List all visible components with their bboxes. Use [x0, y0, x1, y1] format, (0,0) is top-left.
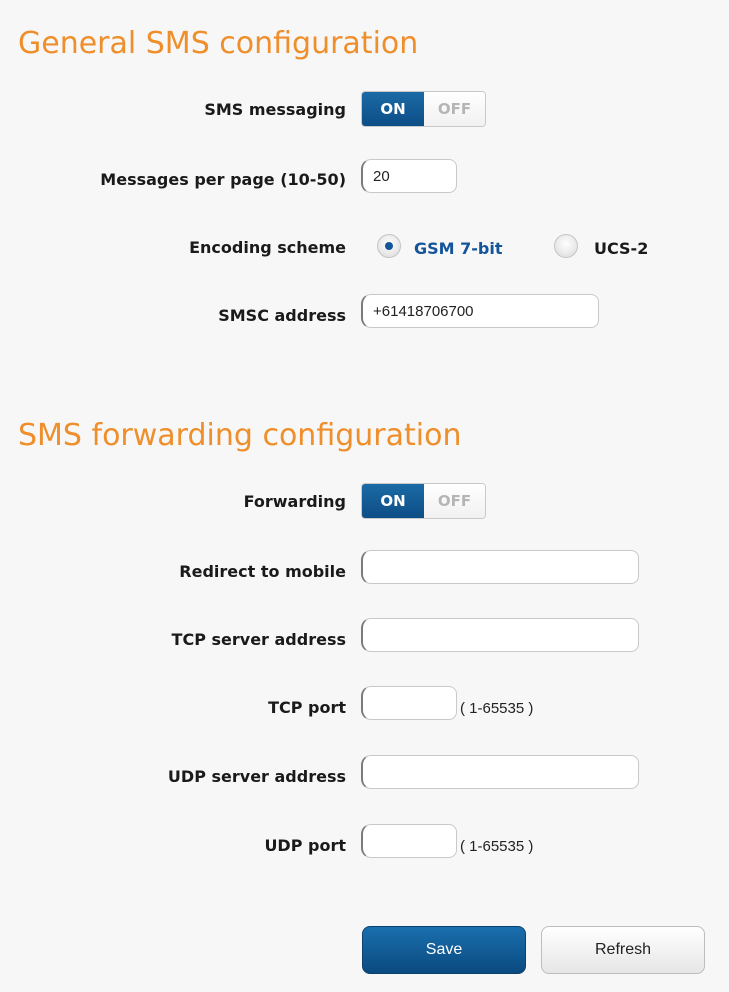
- forwarding-toggle[interactable]: ON OFF: [361, 483, 486, 519]
- gsm-7bit-label[interactable]: GSM 7-bit: [414, 239, 503, 258]
- udp-server-address-input[interactable]: [361, 755, 639, 789]
- save-button[interactable]: Save: [362, 926, 526, 974]
- sms-messaging-label: SMS messaging: [204, 100, 346, 119]
- smsc-address-input[interactable]: +61418706700: [361, 294, 599, 328]
- forwarding-section-title: SMS forwarding configuration: [18, 418, 462, 453]
- toggle-on-option[interactable]: ON: [362, 92, 424, 126]
- tcp-server-address-input[interactable]: [361, 618, 639, 652]
- ucs2-label[interactable]: UCS-2: [594, 239, 648, 258]
- toggle-off-option[interactable]: OFF: [424, 92, 485, 126]
- ucs2-radio[interactable]: [554, 234, 578, 258]
- tcp-port-range-hint: ( 1-65535 ): [460, 700, 534, 717]
- udp-server-address-label: UDP server address: [167, 767, 346, 786]
- udp-port-range-hint: ( 1-65535 ): [460, 838, 534, 855]
- tcp-server-address-label: TCP server address: [171, 630, 346, 649]
- smsc-address-label: SMSC address: [218, 306, 346, 325]
- toggle-on-option[interactable]: ON: [362, 484, 424, 518]
- tcp-port-input[interactable]: [361, 686, 457, 720]
- refresh-button[interactable]: Refresh: [541, 926, 705, 974]
- tcp-port-label: TCP port: [268, 698, 346, 717]
- redirect-to-mobile-label: Redirect to mobile: [179, 562, 346, 581]
- sms-messaging-toggle[interactable]: ON OFF: [361, 91, 486, 127]
- messages-per-page-input[interactable]: 20: [361, 159, 457, 193]
- messages-per-page-label: Messages per page (10-50): [100, 170, 346, 189]
- forwarding-label: Forwarding: [243, 492, 346, 511]
- encoding-scheme-label: Encoding scheme: [189, 238, 346, 257]
- redirect-to-mobile-input[interactable]: [361, 550, 639, 584]
- toggle-off-option[interactable]: OFF: [424, 484, 485, 518]
- udp-port-label: UDP port: [264, 836, 346, 855]
- gsm-7bit-radio[interactable]: [377, 234, 401, 258]
- general-section-title: General SMS configuration: [18, 26, 419, 61]
- udp-port-input[interactable]: [361, 824, 457, 858]
